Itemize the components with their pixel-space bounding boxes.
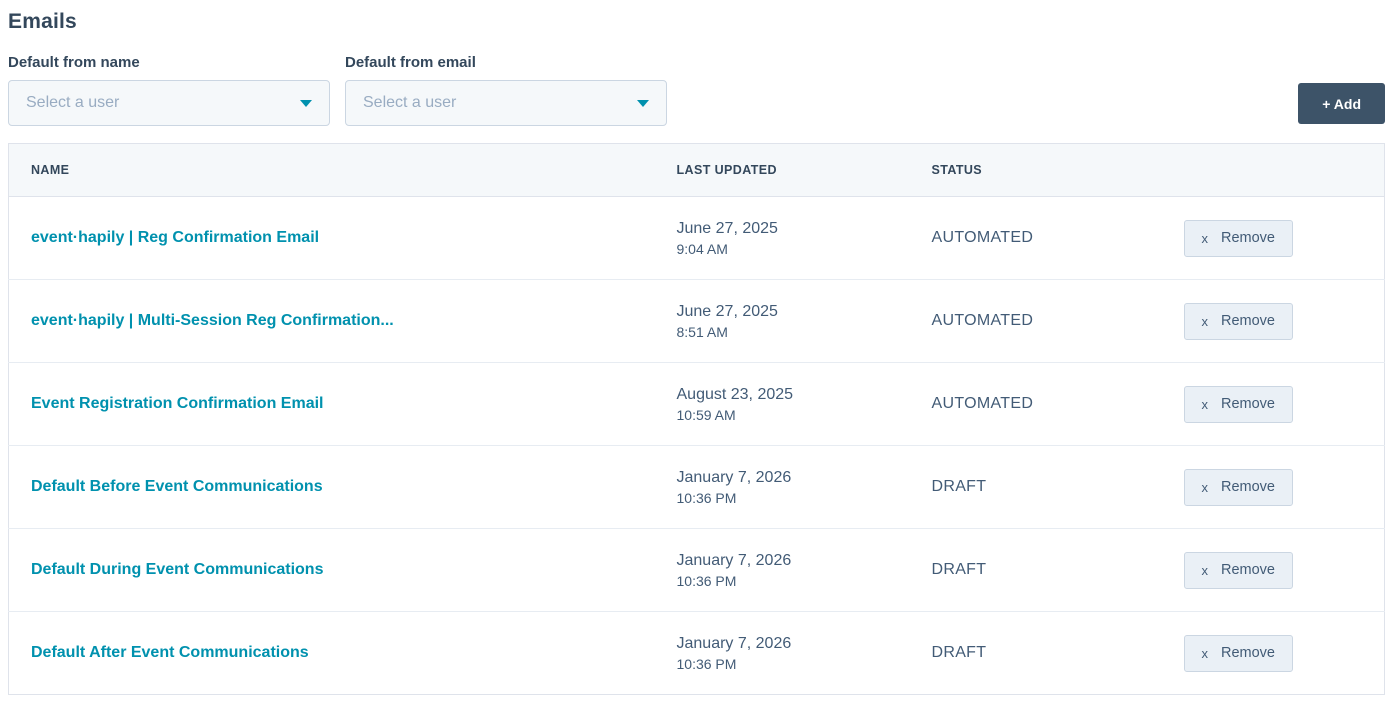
default-from-email-placeholder: Select a user — [363, 94, 457, 111]
x-icon: x — [1201, 562, 1209, 578]
x-icon: x — [1201, 396, 1209, 412]
status-badge: AUTOMATED — [931, 229, 1034, 246]
emails-settings-page: Emails Default from name Select a user D… — [0, 0, 1393, 695]
last-updated-date: January 7, 2026 — [676, 634, 792, 652]
remove-button[interactable]: x Remove — [1183, 468, 1293, 506]
table-row: Default During Event Communications Janu… — [8, 528, 1385, 612]
remove-button-label: Remove — [1221, 479, 1275, 495]
last-updated-date: August 23, 2025 — [676, 385, 794, 403]
default-from-email-field: Default from email Select a user — [345, 54, 667, 126]
email-name-link[interactable]: event·hapily | Multi-Session Reg Confirm… — [31, 312, 394, 329]
remove-button-label: Remove — [1221, 396, 1275, 412]
last-updated-time: 10:59 AM — [676, 406, 736, 423]
remove-button[interactable]: x Remove — [1183, 219, 1293, 257]
default-from-name-select[interactable]: Select a user — [8, 80, 330, 126]
remove-button[interactable]: x Remove — [1183, 551, 1293, 589]
status-badge: DRAFT — [931, 478, 987, 495]
remove-button-label: Remove — [1221, 562, 1275, 578]
add-button[interactable]: + Add — [1298, 83, 1385, 124]
table-row: Event Registration Confirmation Email Au… — [8, 362, 1385, 446]
last-updated-time: 8:51 AM — [676, 323, 728, 340]
default-from-name-placeholder: Select a user — [26, 94, 120, 111]
emails-table: NAME LAST UPDATED STATUS event·hapily | … — [8, 143, 1385, 695]
email-name-link[interactable]: event·hapily | Reg Confirmation Email — [31, 229, 319, 246]
column-header-updated: LAST UPDATED — [676, 143, 932, 197]
default-from-email-select[interactable]: Select a user — [345, 80, 667, 126]
remove-button-label: Remove — [1221, 645, 1275, 661]
defaults-toolbar: Default from name Select a user Default … — [8, 54, 1385, 126]
last-updated-time: 10:36 PM — [676, 572, 737, 589]
default-from-name-label: Default from name — [8, 54, 140, 71]
last-updated-date: June 27, 2025 — [676, 302, 778, 320]
chevron-down-icon — [300, 99, 312, 107]
table-row: event·hapily | Multi-Session Reg Confirm… — [8, 279, 1385, 363]
x-icon: x — [1201, 645, 1209, 661]
email-name-link[interactable]: Event Registration Confirmation Email — [31, 395, 323, 412]
x-icon: x — [1201, 313, 1209, 329]
email-name-link[interactable]: Default During Event Communications — [31, 561, 323, 578]
column-header-name: NAME — [8, 143, 677, 197]
emails-table-header: NAME LAST UPDATED STATUS — [8, 143, 1385, 197]
default-from-email-label: Default from email — [345, 54, 476, 71]
last-updated-time: 10:36 PM — [676, 489, 737, 506]
status-badge: DRAFT — [931, 561, 987, 578]
email-name-link[interactable]: Default Before Event Communications — [31, 478, 323, 495]
table-row: Default Before Event Communications Janu… — [8, 445, 1385, 529]
column-header-action — [1183, 143, 1385, 197]
remove-button[interactable]: x Remove — [1183, 634, 1293, 672]
last-updated-date: January 7, 2026 — [676, 468, 792, 486]
email-name-link[interactable]: Default After Event Communications — [31, 644, 309, 661]
last-updated-date: January 7, 2026 — [676, 551, 792, 569]
last-updated-time: 10:36 PM — [676, 655, 737, 672]
x-icon: x — [1201, 479, 1209, 495]
remove-button-label: Remove — [1221, 230, 1275, 246]
table-row: event·hapily | Reg Confirmation Email Ju… — [8, 196, 1385, 280]
last-updated-time: 9:04 AM — [676, 240, 728, 257]
chevron-down-icon — [637, 99, 649, 107]
status-badge: AUTOMATED — [931, 312, 1034, 329]
page-title: Emails — [8, 10, 77, 33]
status-badge: DRAFT — [931, 644, 987, 661]
status-badge: AUTOMATED — [931, 395, 1034, 412]
default-from-name-field: Default from name Select a user — [8, 54, 330, 126]
x-icon: x — [1201, 230, 1209, 246]
emails-table-body: event·hapily | Reg Confirmation Email Ju… — [8, 196, 1385, 695]
table-row: Default After Event Communications Janua… — [8, 611, 1385, 695]
column-header-status: STATUS — [931, 143, 1184, 197]
remove-button-label: Remove — [1221, 313, 1275, 329]
last-updated-date: June 27, 2025 — [676, 219, 778, 237]
remove-button[interactable]: x Remove — [1183, 302, 1293, 340]
remove-button[interactable]: x Remove — [1183, 385, 1293, 423]
